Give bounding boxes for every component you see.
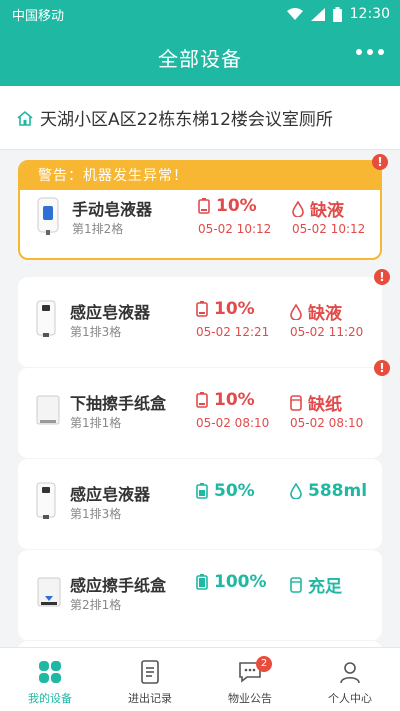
tab-records[interactable]: 进出记录 bbox=[100, 648, 200, 711]
supply-time: 05-02 10:12 bbox=[292, 222, 366, 236]
towel-box-icon bbox=[37, 577, 61, 607]
soap-dispenser-icon bbox=[37, 197, 59, 235]
bottom-tab-bar: 我的设备 进出记录 2 物业公告 个人中心 bbox=[0, 647, 400, 711]
battery-low-icon bbox=[196, 392, 208, 408]
supply-status: 缺液 bbox=[310, 201, 344, 221]
device-name: 感应擦手纸盒 bbox=[70, 576, 167, 595]
user-icon bbox=[340, 662, 360, 684]
paper-roll-icon bbox=[290, 394, 302, 411]
device-card[interactable]: ! 下抽擦手纸盒 第1排1格 10% 缺纸 05-02 08:10 05-02 … bbox=[18, 360, 390, 458]
tab-label: 进出记录 bbox=[128, 692, 172, 705]
tab-label: 物业公告 bbox=[228, 692, 272, 705]
device-position: 第2排1格 bbox=[70, 598, 122, 612]
app-header: 全部设备 bbox=[0, 28, 400, 86]
tab-label: 个人中心 bbox=[328, 692, 372, 705]
device-name: 感应皂液器 bbox=[70, 485, 151, 504]
warning-icon: ! bbox=[372, 154, 388, 170]
location-bar[interactable]: 天湖小区A区22栋东梯12楼会议室厕所 bbox=[0, 86, 400, 150]
battery-half-icon bbox=[196, 483, 208, 499]
supply-status: 充足 bbox=[308, 577, 342, 597]
tab-label: 我的设备 bbox=[28, 692, 72, 705]
page-title: 全部设备 bbox=[158, 46, 242, 71]
level-time: 05-02 10:12 bbox=[198, 222, 272, 236]
document-icon bbox=[141, 660, 159, 684]
battery-low-icon bbox=[198, 198, 210, 214]
warning-icon: ! bbox=[374, 360, 390, 376]
notification-badge: 2 bbox=[256, 656, 272, 672]
carrier-label: 中国移动 bbox=[12, 8, 65, 24]
supply-status: 缺液 bbox=[308, 304, 342, 324]
wifi-icon bbox=[286, 7, 303, 20]
device-name: 下抽擦手纸盒 bbox=[70, 394, 167, 413]
status-bar: 中国移动 12:30 bbox=[0, 0, 400, 28]
device-level: 10% bbox=[214, 299, 255, 319]
device-card[interactable]: 感应皂液器 第1排3格 50% 588ml bbox=[18, 459, 382, 549]
device-position: 第1排3格 bbox=[70, 325, 122, 339]
supply-status: 588ml bbox=[308, 481, 368, 501]
device-level: 10% bbox=[216, 196, 257, 216]
grid-icon bbox=[39, 661, 61, 683]
drop-icon bbox=[290, 483, 302, 499]
paper-roll-icon bbox=[290, 576, 302, 593]
drop-icon bbox=[292, 200, 304, 217]
location-text: 天湖小区A区22栋东梯12楼会议室厕所 bbox=[40, 110, 333, 130]
device-level: 10% bbox=[214, 390, 255, 410]
soap-dispenser-icon bbox=[36, 300, 56, 337]
device-card[interactable]: 警告：机器发生异常！ ! 手动皂液器 第1排2格 10% 缺液 05-02 10… bbox=[18, 154, 388, 260]
device-card[interactable]: ! 感应皂液器 第1排3格 10% 缺液 05-02 12:21 05-02 1… bbox=[18, 269, 390, 367]
supply-time: 05-02 08:10 bbox=[290, 416, 364, 430]
supply-status: 缺纸 bbox=[308, 395, 342, 415]
drop-icon bbox=[290, 303, 302, 320]
tab-announcements[interactable]: 2 物业公告 bbox=[200, 648, 300, 711]
device-name: 手动皂液器 bbox=[72, 200, 153, 219]
device-card[interactable]: 感应擦手纸盒 第2排1格 100% 充足 bbox=[18, 550, 382, 640]
towel-box-icon bbox=[36, 395, 60, 425]
soap-dispenser-icon bbox=[36, 482, 56, 519]
tab-profile[interactable]: 个人中心 bbox=[300, 648, 400, 711]
device-name: 感应皂液器 bbox=[70, 303, 151, 322]
battery-icon bbox=[332, 6, 342, 22]
supply-time: 05-02 11:20 bbox=[290, 325, 364, 339]
level-time: 05-02 12:21 bbox=[196, 325, 270, 339]
warning-icon: ! bbox=[374, 269, 390, 285]
device-position: 第1排3格 bbox=[70, 507, 122, 521]
battery-full-icon bbox=[196, 574, 208, 590]
more-dots-icon[interactable] bbox=[356, 49, 384, 55]
tab-my-devices[interactable]: 我的设备 bbox=[0, 648, 100, 711]
clock-label: 12:30 bbox=[349, 6, 390, 22]
device-position: 第1排1格 bbox=[70, 416, 122, 430]
level-time: 05-02 08:10 bbox=[196, 416, 270, 430]
device-position: 第1排2格 bbox=[72, 222, 124, 236]
battery-low-icon bbox=[196, 301, 208, 317]
home-icon bbox=[17, 110, 33, 126]
cellular-icon bbox=[310, 7, 325, 21]
alert-banner: 警告：机器发生异常！ bbox=[20, 162, 380, 190]
device-level: 50% bbox=[214, 481, 255, 501]
device-list[interactable]: 警告：机器发生异常！ ! 手动皂液器 第1排2格 10% 缺液 05-02 10… bbox=[0, 150, 400, 647]
device-level: 100% bbox=[214, 572, 267, 592]
